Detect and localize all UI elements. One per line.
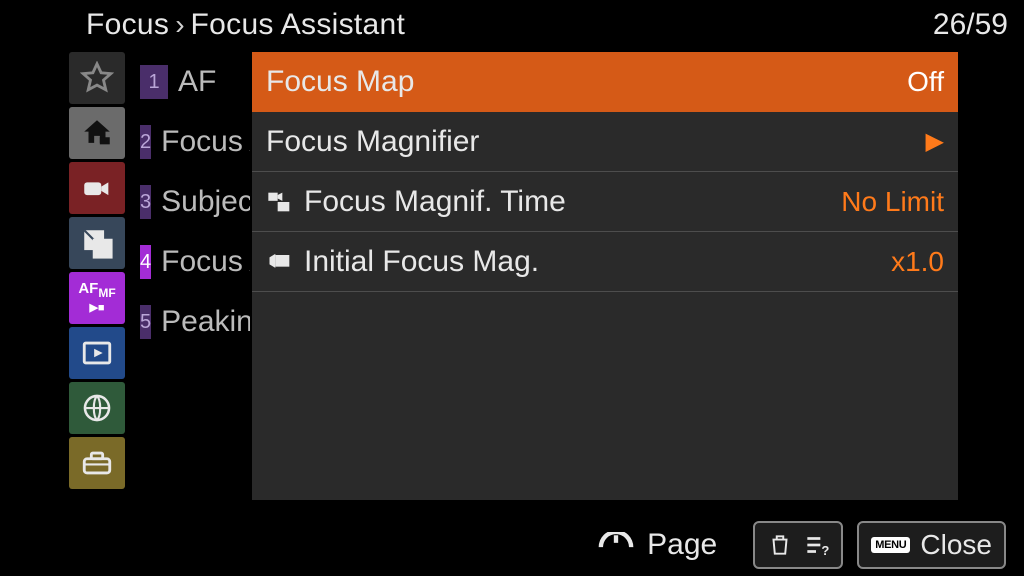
tab-focus[interactable]: AFMF▶■ (69, 272, 125, 324)
tab-network[interactable] (69, 382, 125, 434)
setting-label: Focus Magnif. Time (304, 185, 566, 219)
home-icon (80, 116, 114, 150)
svg-text:?: ? (822, 543, 830, 558)
breadcrumb: Focus › Focus Assistant (0, 0, 1024, 50)
category-rail: AFMF▶■ (69, 52, 125, 489)
close-label: Close (920, 529, 992, 561)
footer-bar: Page ? MENU Close (0, 514, 1024, 576)
movie-still-icon (266, 188, 294, 216)
setting-value: x1.0 (891, 246, 944, 278)
breadcrumb-sub: Focus Assistant (191, 8, 406, 42)
panel-filler (252, 292, 958, 500)
subsection-4[interactable]: 4Focus Assistant (130, 232, 252, 292)
exposure-icon (80, 226, 114, 260)
afmf-icon: AFMF▶■ (78, 282, 115, 315)
close-button[interactable]: MENU Close (857, 521, 1006, 569)
help-list-icon: ? (803, 532, 829, 558)
subsection-label: Peaking (161, 305, 252, 339)
subsection-label: Focus Assistant (161, 245, 252, 279)
tab-setup[interactable] (69, 437, 125, 489)
help-button[interactable]: ? (753, 521, 843, 569)
settings-panel: Focus Map Off Focus Magnifier ▶ Focus Ma… (252, 52, 958, 500)
tab-shooting[interactable] (69, 162, 125, 214)
star-icon (80, 61, 114, 95)
chevron-right-icon: ▶ (926, 127, 944, 156)
page-label: Page (647, 528, 717, 562)
subsection-5[interactable]: 5Peaking (130, 292, 252, 352)
setting-focus-magnif-time[interactable]: Focus Magnif. Time No Limit (252, 172, 958, 232)
breadcrumb-root: Focus (86, 8, 169, 42)
page-counter: 26/59 (933, 8, 1008, 42)
globe-icon (80, 391, 114, 425)
subsection-list: 1AF 2Focus Area 3Subject Recog. 4Focus A… (130, 52, 252, 352)
camcorder-icon (80, 171, 114, 205)
trash-icon (767, 532, 793, 558)
subsection-label: AF (178, 65, 216, 99)
toolbox-icon (80, 446, 114, 480)
play-icon (80, 336, 114, 370)
camera-menu-screen: Focus › Focus Assistant 26/59 AFMF▶■ (0, 0, 1024, 576)
setting-focus-magnifier[interactable]: Focus Magnifier ▶ (252, 112, 958, 172)
subsection-1[interactable]: 1AF (130, 52, 252, 112)
movie-icon (266, 248, 294, 276)
setting-value: Off (907, 66, 944, 98)
setting-label: Focus Map (266, 65, 414, 99)
tab-playback[interactable] (69, 327, 125, 379)
subsection-label: Subject Recog. (161, 185, 252, 219)
subsection-label: Focus Area (161, 125, 252, 159)
setting-initial-focus-mag[interactable]: Initial Focus Mag. x1.0 (252, 232, 958, 292)
setting-label: Focus Magnifier (266, 125, 479, 159)
subsection-2[interactable]: 2Focus Area (130, 112, 252, 172)
tab-favorites[interactable] (69, 52, 125, 104)
breadcrumb-separator: › (169, 9, 190, 41)
setting-focus-map[interactable]: Focus Map Off (252, 52, 958, 112)
menu-badge: MENU (871, 537, 910, 553)
setting-label: Initial Focus Mag. (304, 245, 539, 279)
subsection-3[interactable]: 3Subject Recog. (130, 172, 252, 232)
setting-value: No Limit (841, 186, 944, 218)
page-control[interactable]: Page (593, 528, 717, 562)
dial-icon (593, 532, 639, 558)
tab-exposure[interactable] (69, 217, 125, 269)
tab-main[interactable] (69, 107, 125, 159)
